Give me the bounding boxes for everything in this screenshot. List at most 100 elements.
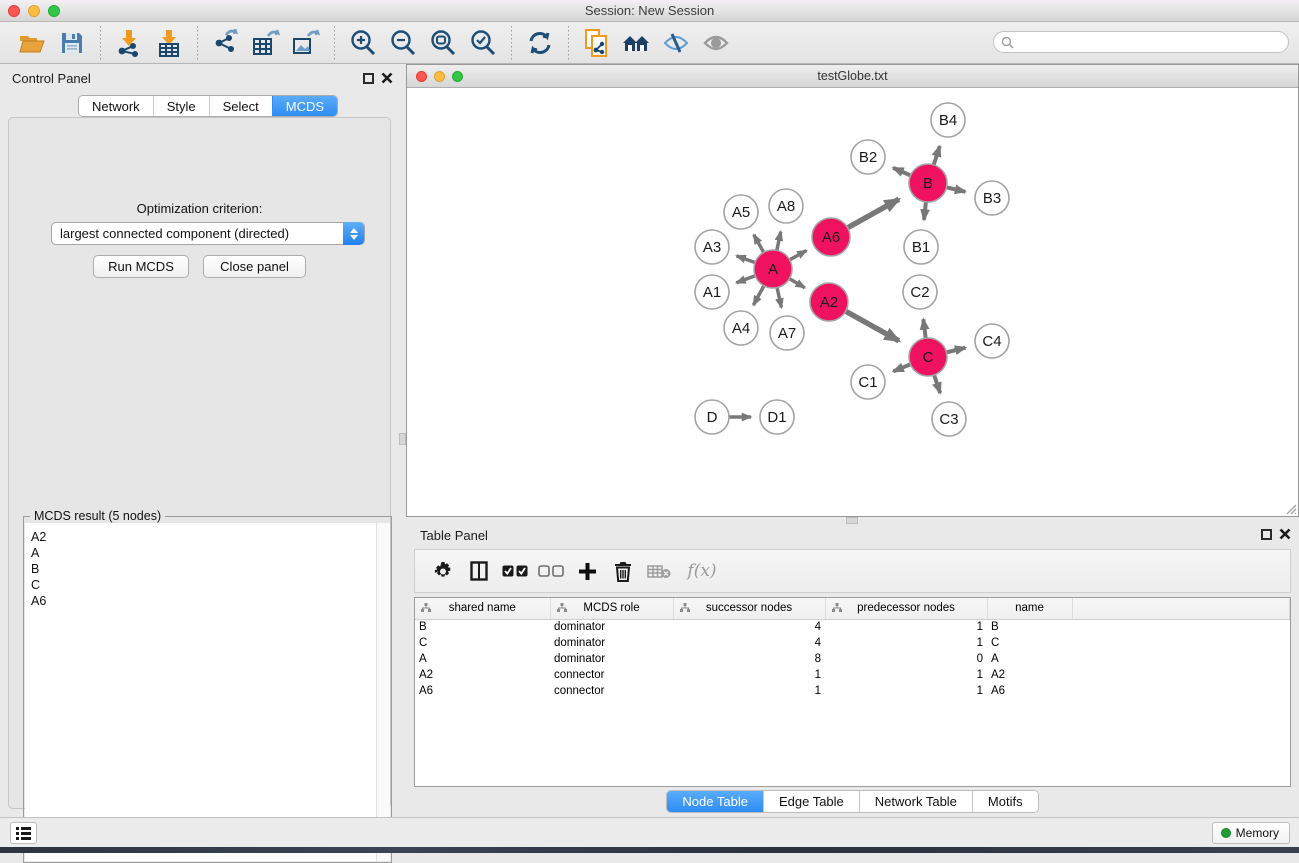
- refresh-icon[interactable]: [523, 27, 557, 59]
- deselect-all-icon[interactable]: [536, 555, 566, 587]
- control-panel-tabs: NetworkStyleSelectMCDS: [78, 95, 338, 117]
- result-list-scrollbar[interactable]: [377, 523, 390, 861]
- select-all-icon[interactable]: [500, 555, 530, 587]
- float-panel-icon[interactable]: [363, 73, 374, 84]
- tab-select[interactable]: Select: [209, 96, 272, 116]
- node-label-C4: C4: [982, 333, 1001, 350]
- table-toolbar: f(x): [414, 549, 1291, 593]
- show-column-icon[interactable]: [464, 555, 494, 587]
- close-panel-icon[interactable]: [381, 72, 393, 84]
- table-options-gear-icon[interactable]: [428, 555, 458, 587]
- export-network-icon[interactable]: [209, 27, 243, 59]
- network-graph[interactable]: B4B2BB3A5A8A6A3B1AA1C2A2A4A7CC4C1C3DD1: [407, 88, 1298, 516]
- memory-button[interactable]: Memory: [1212, 822, 1290, 844]
- tab-network-table[interactable]: Network Table: [859, 791, 972, 812]
- optimization-criterion-dropdown[interactable]: largest connected component (directed): [51, 222, 365, 245]
- task-history-button[interactable]: [10, 822, 37, 844]
- edge-A-A4[interactable]: [753, 284, 764, 305]
- result-list-item[interactable]: A: [31, 545, 376, 561]
- column-header-mcds-role[interactable]: MCDS role: [550, 598, 673, 619]
- node-label-C2: C2: [910, 284, 929, 301]
- table-float-panel-icon[interactable]: [1261, 529, 1272, 540]
- table-row[interactable]: A2connector11A2: [415, 667, 1290, 683]
- column-header-predecessor-nodes[interactable]: predecessor nodes: [825, 598, 987, 619]
- table-row[interactable]: Cdominator41C: [415, 635, 1290, 651]
- first-neighbors-icon[interactable]: [620, 27, 654, 59]
- tab-style[interactable]: Style: [153, 96, 209, 116]
- tab-motifs[interactable]: Motifs: [972, 791, 1038, 812]
- show-all-icon[interactable]: [700, 27, 734, 59]
- table-panel-title: Table Panel: [420, 528, 488, 543]
- node-label-A1: A1: [703, 284, 721, 301]
- node-label-C3: C3: [939, 411, 958, 428]
- horizontal-splitter[interactable]: [406, 517, 1299, 524]
- result-list-item[interactable]: B: [31, 561, 376, 577]
- edge-C-C1[interactable]: [893, 364, 912, 372]
- search-field[interactable]: [993, 31, 1289, 53]
- table-row[interactable]: Bdominator41B: [415, 619, 1290, 635]
- edge-A-A6[interactable]: [788, 251, 807, 261]
- save-session-icon[interactable]: [55, 27, 89, 59]
- memory-label: Memory: [1236, 826, 1279, 840]
- edge-A6-B[interactable]: [846, 199, 899, 229]
- result-list-item[interactable]: C: [31, 577, 376, 593]
- table-row[interactable]: A6connector11A6: [415, 683, 1290, 699]
- edge-B-B2[interactable]: [893, 168, 912, 176]
- window-resize-grip-icon[interactable]: [1283, 501, 1297, 515]
- column-header-shared-name[interactable]: shared name: [415, 598, 550, 619]
- export-image-icon[interactable]: [289, 27, 323, 59]
- delete-table-icon[interactable]: [644, 555, 674, 587]
- export-table-icon[interactable]: [249, 27, 283, 59]
- edge-A2-C[interactable]: [844, 310, 899, 341]
- control-panel-title: Control Panel: [12, 71, 91, 86]
- tab-network[interactable]: Network: [79, 96, 153, 116]
- edge-C-C3[interactable]: [933, 373, 940, 393]
- tab-node-table[interactable]: Node Table: [667, 791, 763, 812]
- edge-A-A1[interactable]: [736, 275, 757, 283]
- delete-column-icon[interactable]: [608, 555, 638, 587]
- tab-edge-table[interactable]: Edge Table: [763, 791, 859, 812]
- edge-B-B1[interactable]: [924, 200, 926, 220]
- zoom-in-icon[interactable]: [346, 27, 380, 59]
- zoom-fit-icon[interactable]: [426, 27, 460, 59]
- vertical-splitter[interactable]: [399, 64, 406, 817]
- edge-C-C2[interactable]: [923, 319, 926, 340]
- edge-A-A3[interactable]: [737, 256, 757, 263]
- network-window-titlebar[interactable]: testGlobe.txt: [407, 65, 1298, 88]
- edge-A-A5[interactable]: [754, 235, 765, 254]
- dropdown-value: largest connected component (directed): [60, 226, 289, 241]
- run-mcds-button[interactable]: Run MCDS: [93, 255, 189, 278]
- table-row[interactable]: Adominator80A: [415, 651, 1290, 667]
- mcds-result-title: MCDS result (5 nodes): [30, 509, 165, 523]
- function-builder-icon: f(x): [680, 555, 724, 587]
- edge-C-C4[interactable]: [944, 348, 965, 353]
- tab-mcds[interactable]: MCDS: [272, 96, 337, 116]
- result-list-item[interactable]: A2: [31, 529, 376, 545]
- network-canvas[interactable]: B4B2BB3A5A8A6A3B1AA1C2A2A4A7CC4C1C3DD1: [407, 88, 1298, 516]
- zoom-selected-icon[interactable]: [466, 27, 500, 59]
- edge-A-A8[interactable]: [776, 232, 780, 253]
- status-bar: Memory: [0, 817, 1299, 847]
- edge-B-B3[interactable]: [945, 187, 966, 192]
- import-network-icon[interactable]: [112, 27, 146, 59]
- node-table[interactable]: shared nameMCDS rolesuccessor nodesprede…: [414, 597, 1291, 787]
- control-panel: Control Panel NetworkStyleSelectMCDS Opt…: [0, 64, 399, 817]
- node-label-A7: A7: [778, 325, 796, 342]
- open-session-icon[interactable]: [15, 27, 49, 59]
- column-header-successor-nodes[interactable]: successor nodes: [673, 598, 825, 619]
- add-column-icon[interactable]: [572, 555, 602, 587]
- result-list-item[interactable]: A6: [31, 593, 376, 609]
- clone-network-icon[interactable]: [580, 27, 614, 59]
- column-header-name[interactable]: name: [987, 598, 1072, 619]
- hierarchy-icon: [557, 603, 567, 613]
- import-table-icon[interactable]: [152, 27, 186, 59]
- close-panel-button[interactable]: Close panel: [203, 255, 306, 278]
- hide-selected-icon[interactable]: [660, 27, 694, 59]
- table-close-panel-icon[interactable]: [1279, 528, 1291, 540]
- zoom-out-icon[interactable]: [386, 27, 420, 59]
- edge-A-A7[interactable]: [777, 286, 782, 308]
- edge-A-A2[interactable]: [788, 278, 805, 288]
- edge-B-B4[interactable]: [933, 146, 940, 167]
- search-input[interactable]: [1014, 35, 1288, 49]
- mcds-result-list[interactable]: A2ABCA6: [25, 523, 377, 861]
